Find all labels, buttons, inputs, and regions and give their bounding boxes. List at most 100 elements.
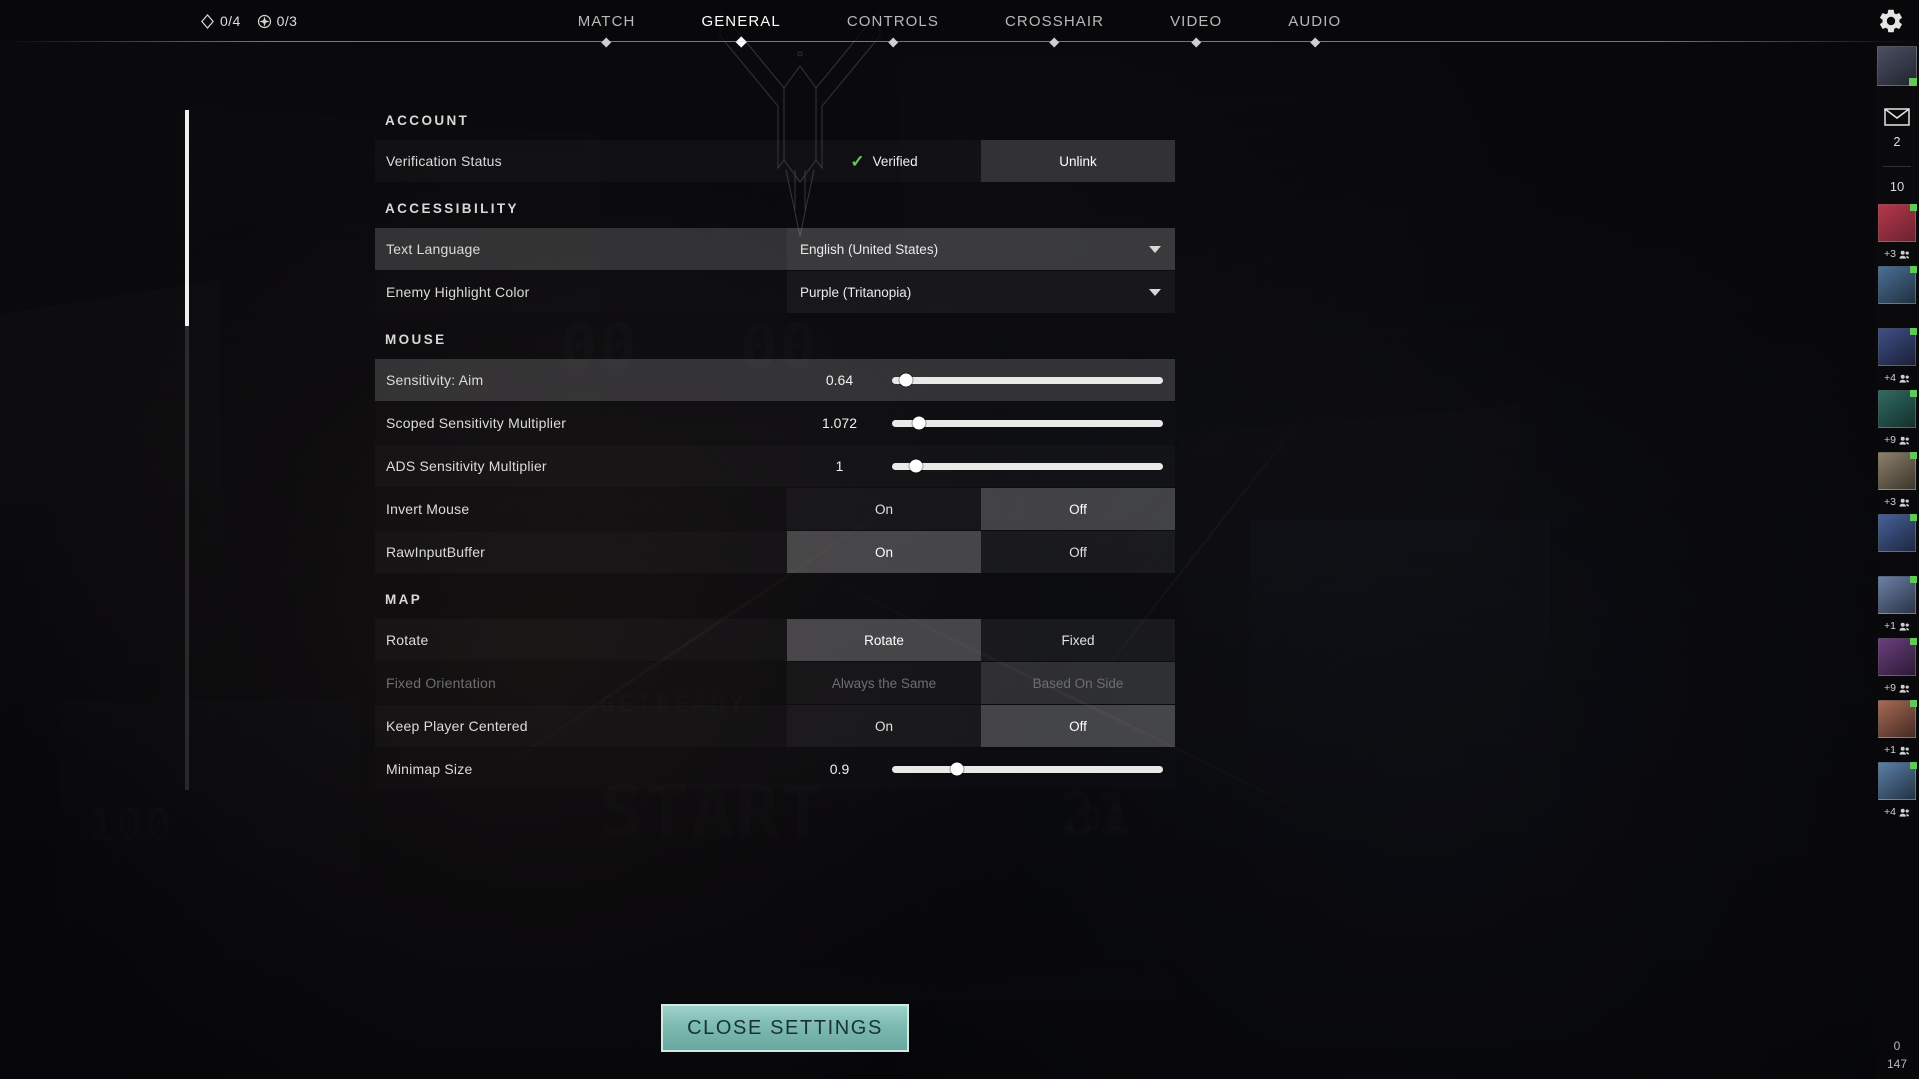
settings-scrollbar-thumb[interactable] <box>185 110 189 326</box>
list-item[interactable]: +9 <box>1875 636 1919 698</box>
slider-knob[interactable] <box>899 373 913 387</box>
sidebar-divider <box>1883 166 1911 167</box>
tab-crosshair[interactable]: CROSSHAIR <box>972 0 1137 48</box>
valorant-points-icon <box>200 13 215 29</box>
invert-mouse-option-off[interactable]: Off <box>981 488 1175 530</box>
list-item[interactable] <box>1875 264 1919 326</box>
mail-count: 2 <box>1893 134 1901 149</box>
party-badge: +4 <box>1875 372 1919 384</box>
status-badge <box>1910 514 1917 521</box>
row-label: ADS Sensitivity Multiplier <box>386 458 547 474</box>
sidebar-tail-numbers: 0 147 <box>1887 1039 1907 1079</box>
tab-controls[interactable]: CONTROLS <box>814 0 972 48</box>
list-item[interactable]: +3 <box>1875 202 1919 264</box>
mail-icon <box>1884 107 1910 131</box>
list-item[interactable]: +1 <box>1875 698 1919 760</box>
map-rotate-option-fixed[interactable]: Fixed <box>981 619 1175 661</box>
row-enemy-highlight-color[interactable]: Enemy Highlight Color Purple (Tritanopia… <box>375 271 1175 313</box>
party-count: +3 <box>1884 496 1896 508</box>
party-badge: +1 <box>1875 744 1919 756</box>
radianite-icon <box>257 14 272 29</box>
tail-number-1: 147 <box>1886 1057 1908 1071</box>
currency-radianite: 0/3 <box>257 13 298 29</box>
chevron-down-icon <box>1149 288 1161 296</box>
settings-panel: ACCOUNT Verification Status ✓ Verified U… <box>375 95 1175 795</box>
slider-track[interactable] <box>892 373 1163 387</box>
fixed-orientation-option-always-the-same: Always the Same <box>787 662 981 704</box>
tail-number-0: 0 <box>1893 1039 1901 1053</box>
slider-track[interactable] <box>892 416 1163 430</box>
rawinputbuffer-option-off[interactable]: Off <box>981 531 1175 573</box>
close-settings-button[interactable]: CLOSE SETTINGS <box>661 1004 909 1052</box>
row-control: 0.64 <box>787 359 1175 401</box>
list-item[interactable]: +9 <box>1875 388 1919 450</box>
slider-knob[interactable] <box>909 459 923 473</box>
list-item[interactable]: +1 <box>1875 574 1919 636</box>
avatar[interactable] <box>1877 46 1917 86</box>
tab-video[interactable]: VIDEO <box>1137 0 1255 48</box>
scoped-sensitivity-slider[interactable] <box>892 402 1175 444</box>
sensitivity-aim-slider[interactable] <box>892 359 1175 401</box>
tab-general[interactable]: GENERAL <box>668 0 813 48</box>
invert-mouse-option-on[interactable]: On <box>787 488 981 530</box>
status-badge <box>1910 638 1917 645</box>
row-label: Enemy Highlight Color <box>386 284 530 300</box>
minimap-size-slider[interactable] <box>892 748 1175 790</box>
gear-icon[interactable] <box>1877 7 1905 35</box>
row-label: Verification Status <box>386 153 502 169</box>
row-control: On Off <box>787 488 1175 530</box>
row-control: 0.9 <box>787 748 1175 790</box>
ads-sensitivity-value: 1 <box>835 458 844 474</box>
minimap-size-value: 0.9 <box>829 761 850 777</box>
row-control: 1.072 <box>787 402 1175 444</box>
row-label: Invert Mouse <box>386 501 470 517</box>
section-heading-accessibility: ACCESSIBILITY <box>385 201 519 216</box>
slider-knob[interactable] <box>950 762 964 776</box>
status-badge <box>1910 390 1917 397</box>
dropdown-value: English (United States) <box>800 241 939 257</box>
row-minimap-size[interactable]: Minimap Size 0.9 <box>375 748 1175 790</box>
row-rawinputbuffer[interactable]: RawInputBuffer On Off <box>375 531 1175 573</box>
party-count: +3 <box>1884 248 1896 260</box>
map-rotate-option-rotate[interactable]: Rotate <box>787 619 981 661</box>
row-map-rotate[interactable]: Rotate Rotate Fixed <box>375 619 1175 661</box>
row-scoped-sensitivity-multiplier[interactable]: Scoped Sensitivity Multiplier 1.072 <box>375 402 1175 444</box>
slider-track[interactable] <box>892 762 1163 776</box>
tab-video-label: VIDEO <box>1170 12 1223 30</box>
tab-match-label: MATCH <box>577 12 636 30</box>
row-label: Scoped Sensitivity Multiplier <box>386 415 567 431</box>
mail-button[interactable]: 2 <box>1875 96 1919 160</box>
row-verification-status[interactable]: Verification Status ✓ Verified Unlink <box>375 140 1175 182</box>
row-fixed-orientation: Fixed Orientation Always the Same Based … <box>375 662 1175 704</box>
top-divider <box>0 41 1919 42</box>
dropdown-value: Purple (Tritanopia) <box>800 284 912 300</box>
row-ads-sensitivity-multiplier[interactable]: ADS Sensitivity Multiplier 1 <box>375 445 1175 487</box>
row-keep-player-centered[interactable]: Keep Player Centered On Off <box>375 705 1175 747</box>
slider-knob[interactable] <box>912 416 926 430</box>
ads-sensitivity-slider[interactable] <box>892 445 1175 487</box>
text-language-dropdown[interactable]: English (United States) <box>787 228 1175 270</box>
list-item[interactable] <box>1875 512 1919 574</box>
party-badge: +1 <box>1875 620 1919 632</box>
list-item[interactable]: +4 <box>1875 326 1919 388</box>
row-control: On Off <box>787 705 1175 747</box>
status-badge <box>1910 576 1917 583</box>
row-invert-mouse[interactable]: Invert Mouse On Off <box>375 488 1175 530</box>
keep-player-centered-option-off[interactable]: Off <box>981 705 1175 747</box>
tab-match[interactable]: MATCH <box>545 0 669 48</box>
tab-audio[interactable]: AUDIO <box>1255 0 1374 48</box>
list-item[interactable]: +3 <box>1875 450 1919 512</box>
row-control: English (United States) <box>787 228 1175 270</box>
check-icon: ✓ <box>850 151 865 171</box>
slider-track[interactable] <box>892 459 1163 473</box>
valorant-points-value: 0/4 <box>220 13 241 29</box>
row-sensitivity-aim[interactable]: Sensitivity: Aim 0.64 <box>375 359 1175 401</box>
row-text-language[interactable]: Text Language English (United States) <box>375 228 1175 270</box>
unlink-button[interactable]: Unlink <box>981 140 1175 182</box>
currency-group: 0/4 0/3 <box>200 13 297 29</box>
status-badge <box>1910 266 1917 273</box>
list-item[interactable]: +4 <box>1875 760 1919 822</box>
rawinputbuffer-option-on[interactable]: On <box>787 531 981 573</box>
keep-player-centered-option-on[interactable]: On <box>787 705 981 747</box>
enemy-highlight-color-dropdown[interactable]: Purple (Tritanopia) <box>787 271 1175 313</box>
